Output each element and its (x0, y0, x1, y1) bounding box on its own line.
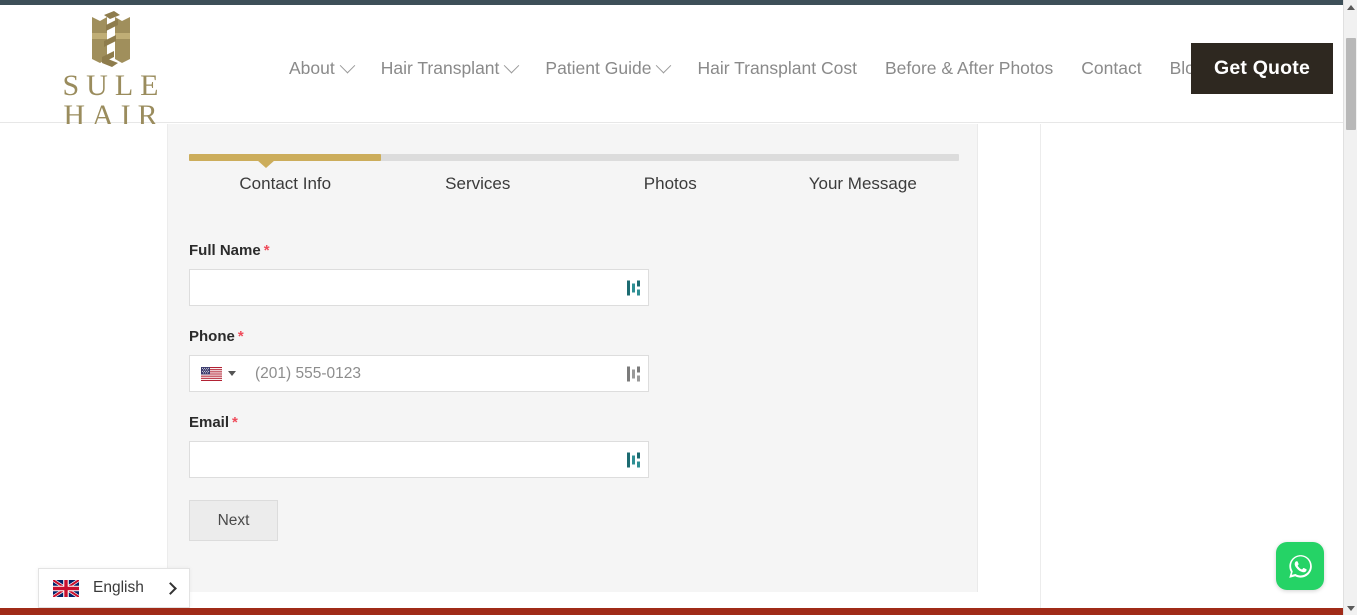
quote-form-panel: Contact Info Services Photos Your Messag… (168, 124, 978, 592)
scroll-down-arrow-icon[interactable] (1344, 601, 1357, 615)
label-text: Full Name (189, 242, 261, 259)
site-logo[interactable]: SULE HAIR T R A N S P L A N T (8, 11, 214, 160)
full-name-input[interactable] (190, 270, 648, 305)
chevron-down-icon (504, 57, 520, 73)
wizard-progress-track (189, 154, 959, 161)
wizard-step-services[interactable]: Services (382, 172, 575, 196)
nav-item-contact[interactable]: Contact (1067, 55, 1155, 81)
phone-input-wrapper[interactable] (189, 355, 649, 392)
email-input[interactable] (190, 442, 648, 477)
chevron-right-icon (164, 581, 177, 595)
flag-us-icon (201, 366, 222, 381)
full-name-input-wrapper[interactable] (189, 269, 649, 306)
nav-item-about[interactable]: About (275, 55, 367, 81)
full-name-label: Full Name * (189, 242, 959, 260)
nav-label: About (289, 58, 335, 78)
nav-label: Contact (1081, 58, 1142, 78)
next-button[interactable]: Next (189, 500, 278, 541)
nav-label: Before & After Photos (884, 58, 1054, 78)
whatsapp-button[interactable] (1276, 542, 1324, 590)
field-phone: Phone * (189, 328, 959, 392)
page-bottom-accent-bar (0, 608, 1343, 615)
sule-hair-monogram-icon (92, 11, 130, 67)
site-header: SULE HAIR T R A N S P L A N T About Hair… (0, 5, 1343, 160)
nav-label: Hair Transplant Cost (697, 58, 857, 78)
quote-form-fields: Full Name * Phone * (201) 555-0123 Email… (189, 242, 959, 541)
wizard-progress-marker-icon (257, 160, 275, 168)
password-manager-icon[interactable] (627, 279, 642, 296)
scrollbar-thumb[interactable] (1346, 38, 1356, 130)
label-text: Email (189, 414, 230, 431)
phone-label: Phone * (189, 328, 959, 346)
required-marker: * (237, 328, 244, 345)
browser-viewport: SULE HAIR T R A N S P L A N T About Hair… (0, 0, 1357, 615)
email-input-wrapper[interactable] (189, 441, 649, 478)
logo-title: SULE HAIR (62, 69, 166, 132)
password-manager-icon[interactable] (627, 451, 642, 468)
wizard-steps: Contact Info Services Photos Your Messag… (189, 172, 959, 196)
required-marker: * (232, 414, 238, 431)
whatsapp-icon (1288, 554, 1312, 578)
page-content: Contact Info Services Photos Your Messag… (0, 124, 1343, 608)
caret-down-icon (228, 371, 236, 376)
field-email: Email * (189, 414, 959, 478)
password-manager-icon[interactable] (627, 365, 642, 382)
email-label: Email * (189, 414, 959, 432)
chevron-down-icon (656, 57, 672, 73)
main-navigation: About Hair Transplant Patient Guide Hair… (275, 55, 1219, 81)
field-full-name: Full Name * (189, 242, 959, 306)
wizard-step-contact-info[interactable]: Contact Info (189, 172, 382, 196)
nav-item-before-after-photos[interactable]: Before & After Photos (871, 55, 1067, 81)
flag-uk-icon (53, 579, 79, 597)
nav-item-hair-transplant[interactable]: Hair Transplant (367, 55, 532, 81)
get-quote-button[interactable]: Get Quote (1191, 43, 1333, 94)
language-selector[interactable]: English (38, 568, 190, 608)
label-text: Phone (189, 328, 235, 345)
nav-item-patient-guide[interactable]: Patient Guide (531, 55, 683, 81)
wizard-progress-fill (189, 154, 381, 161)
phone-input[interactable] (245, 356, 648, 391)
nav-label: Hair Transplant (380, 58, 500, 78)
wizard-step-your-message[interactable]: Your Message (767, 172, 960, 196)
browser-scrollbar[interactable] (1343, 0, 1357, 615)
layout-divider-right (1040, 124, 1041, 608)
nav-label: Patient Guide (545, 58, 652, 78)
nav-item-hair-transplant-cost[interactable]: Hair Transplant Cost (683, 55, 871, 81)
wizard-step-photos[interactable]: Photos (574, 172, 767, 196)
chevron-down-icon (339, 57, 356, 73)
required-marker: * (263, 242, 270, 259)
scroll-up-arrow-icon[interactable] (1344, 0, 1357, 14)
country-code-selector[interactable] (190, 356, 245, 391)
language-label: English (93, 579, 144, 596)
